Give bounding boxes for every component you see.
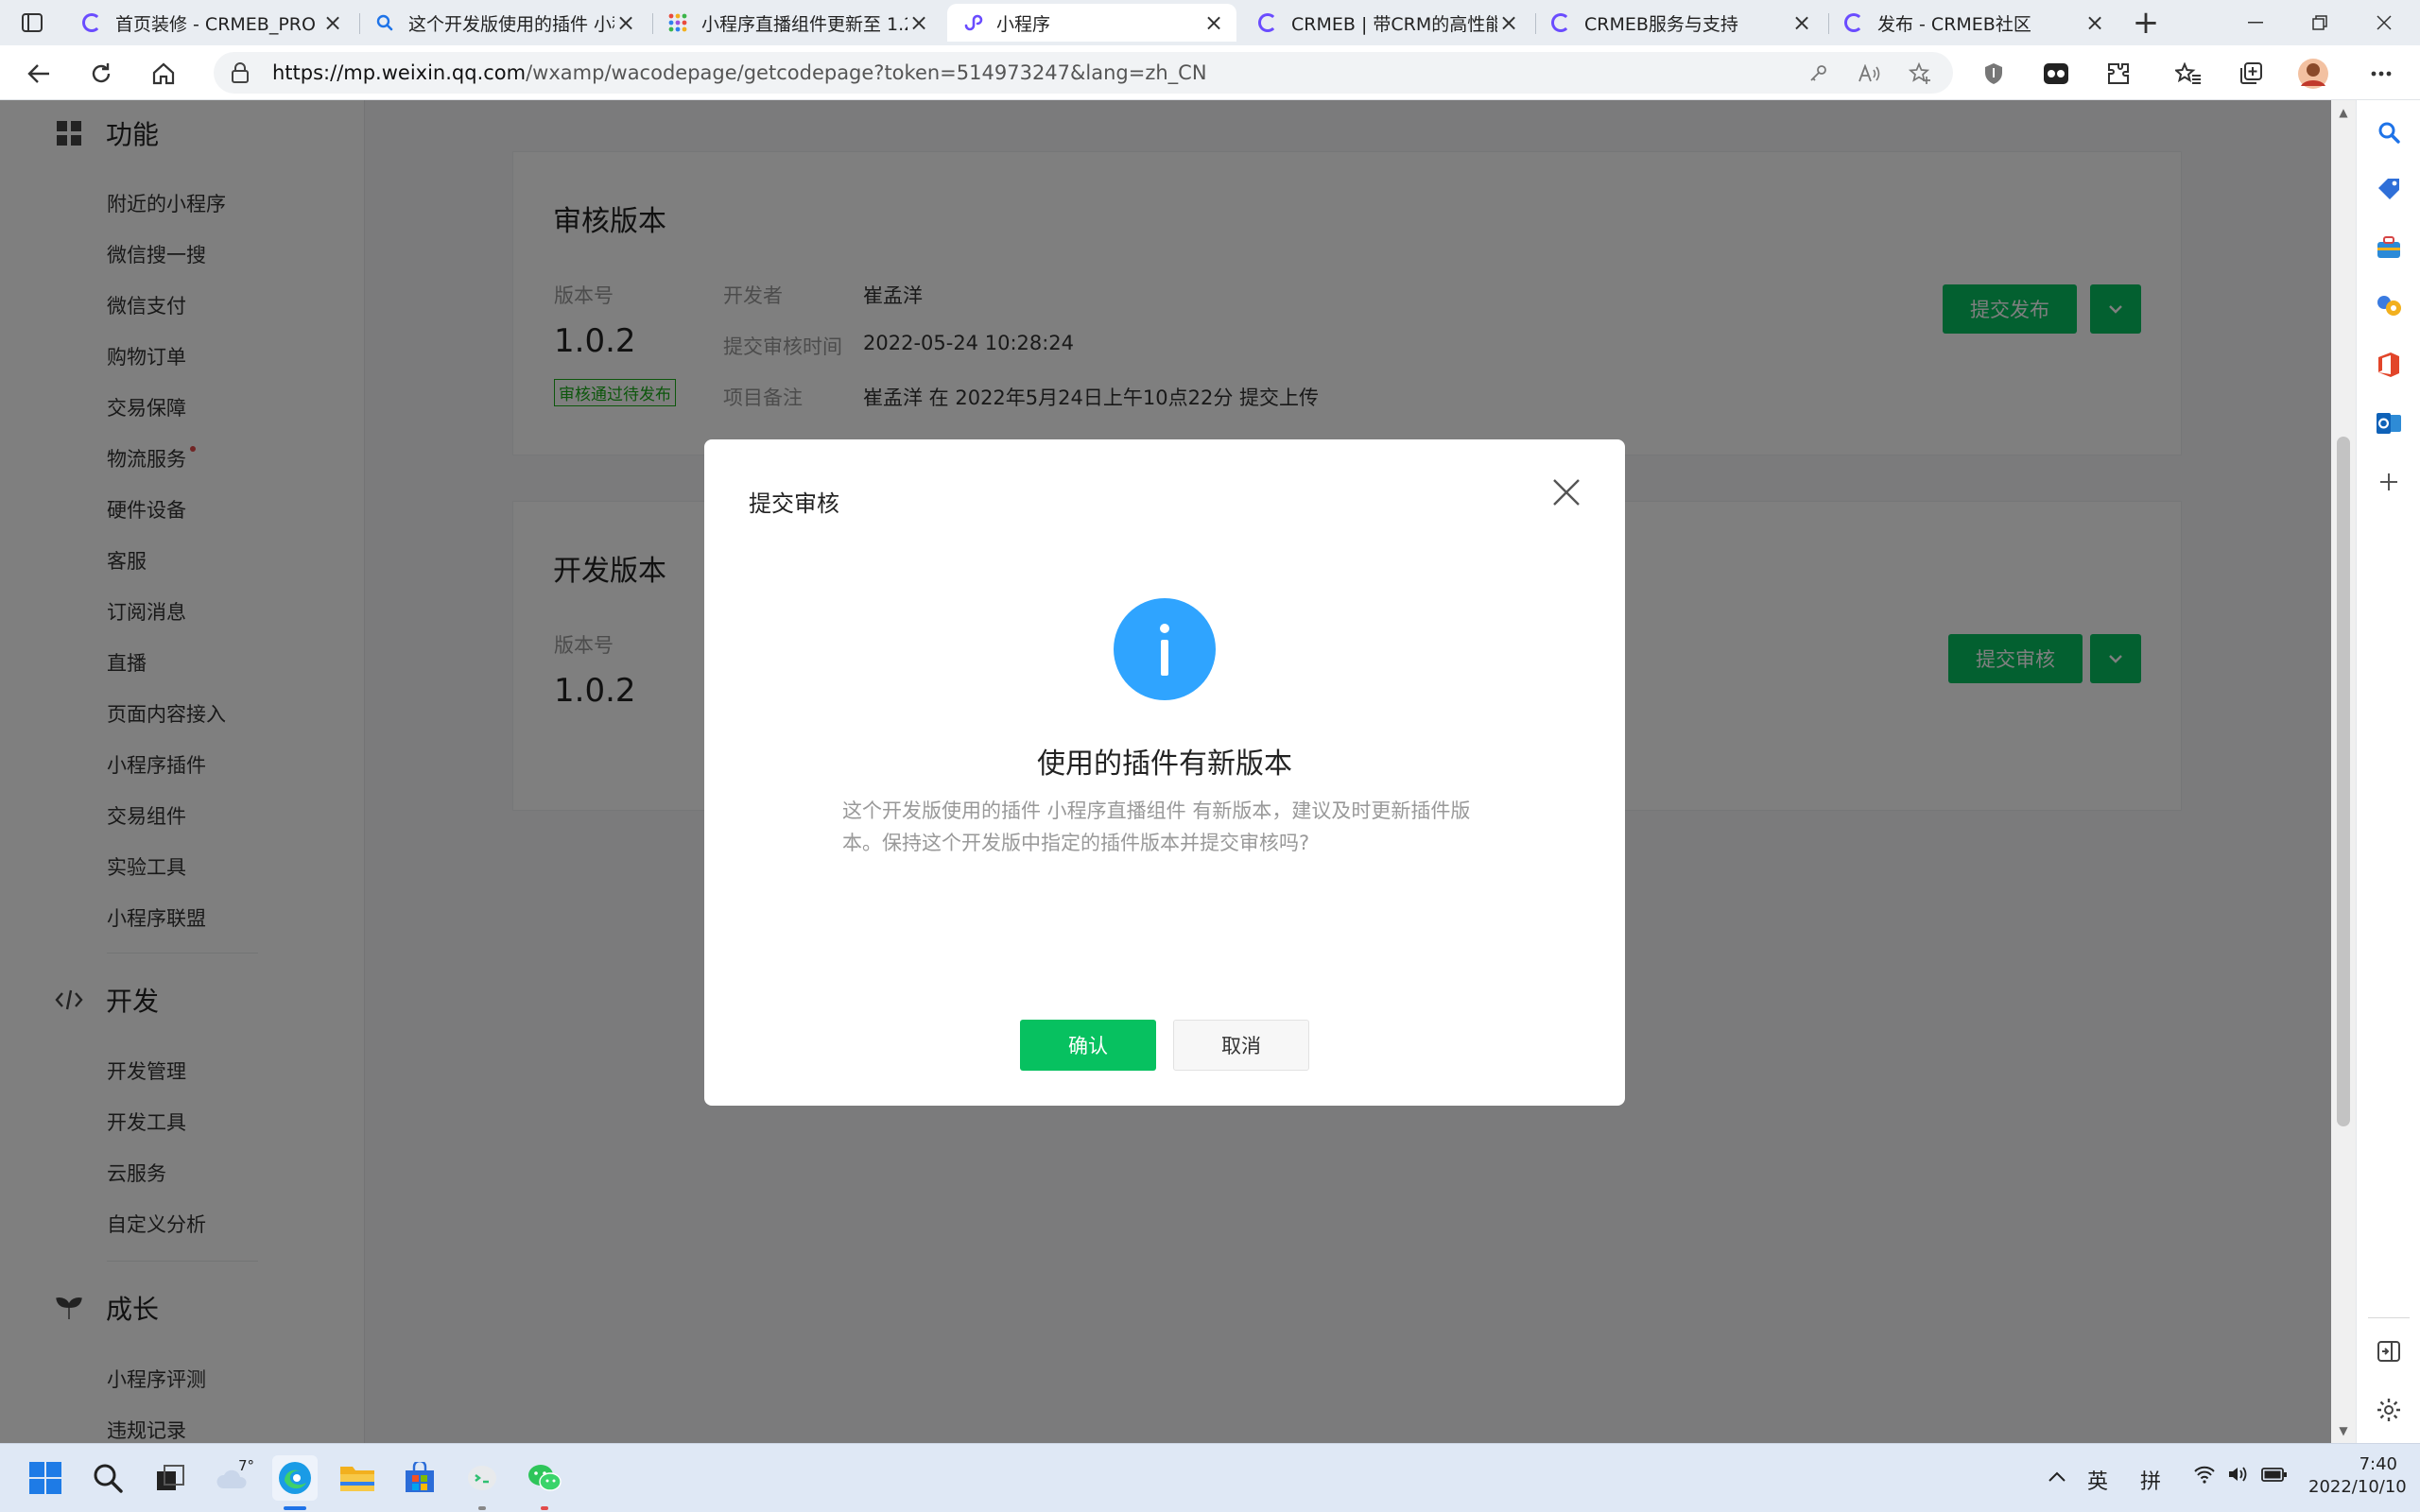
browser-toolbar: https://mp.weixin.qq.com/wxamp/wacodepag… bbox=[0, 45, 2420, 100]
mini-program-icon bbox=[962, 12, 983, 33]
window-close-button[interactable] bbox=[2352, 0, 2416, 45]
close-icon[interactable]: × bbox=[908, 9, 930, 36]
battery-icon[interactable] bbox=[2261, 1465, 2288, 1488]
ime-mode-indicator[interactable]: 拼 bbox=[2140, 1465, 2161, 1495]
dialog-title: 提交审核 bbox=[749, 490, 839, 517]
crmeb-logo-icon bbox=[1843, 12, 1864, 33]
scroll-up-icon[interactable]: ▲ bbox=[2337, 106, 2350, 119]
tab-live-component[interactable]: 小程序直播组件更新至 1.2 × bbox=[652, 4, 942, 42]
tab-crmeb-community[interactable]: 发布 - CRMEB社区 × bbox=[1828, 4, 2118, 42]
clock-time: 7:40 bbox=[2359, 1454, 2397, 1474]
browser-sidebar bbox=[2356, 100, 2420, 1443]
tab-crmeb-home[interactable]: CRMEB | 带CRM的高性能商城系统 × bbox=[1242, 4, 1531, 42]
colorful-dots-icon bbox=[667, 12, 688, 33]
microsoft-store-icon[interactable] bbox=[397, 1455, 442, 1501]
restore-button[interactable] bbox=[2288, 0, 2352, 45]
weather-temperature: 7° bbox=[238, 1457, 255, 1474]
tab-title: 小程序 bbox=[996, 13, 1051, 35]
wifi-icon[interactable] bbox=[2193, 1465, 2216, 1489]
read-aloud-icon[interactable] bbox=[1857, 61, 1881, 86]
address-bar[interactable]: https://mp.weixin.qq.com/wxamp/wacodepag… bbox=[214, 52, 1953, 94]
browser-tab-bar: 首页装修 - CRMEB_PRO × 这个开发版使用的插件 小程序直播组件 × … bbox=[0, 0, 2420, 45]
tab-mini-program[interactable]: 小程序 × bbox=[947, 4, 1236, 42]
clock-date: 2022/10/10 bbox=[2308, 1477, 2407, 1497]
tab-crmeb-support[interactable]: CRMEB服务与支持 × bbox=[1535, 4, 1824, 42]
games-icon[interactable] bbox=[2376, 293, 2402, 319]
page-scrollbar[interactable]: ▲ ▼ bbox=[2331, 100, 2356, 1443]
ime-language-indicator[interactable]: 英 bbox=[2087, 1465, 2108, 1495]
new-tab-button[interactable]: + bbox=[2129, 4, 2163, 42]
volume-icon[interactable] bbox=[2227, 1465, 2250, 1489]
info-icon bbox=[1114, 598, 1216, 700]
collections-icon[interactable] bbox=[2235, 58, 2267, 90]
tab-title: CRMEB服务与支持 bbox=[1584, 13, 1738, 35]
office-icon[interactable] bbox=[2376, 352, 2402, 378]
favorites-icon[interactable] bbox=[2172, 58, 2204, 90]
confirm-button[interactable]: 确认 bbox=[1020, 1020, 1156, 1071]
hide-sidebar-icon[interactable] bbox=[2376, 1338, 2402, 1365]
refresh-button[interactable] bbox=[83, 56, 119, 92]
scroll-thumb[interactable] bbox=[2337, 437, 2350, 1126]
extension-eyes-icon[interactable] bbox=[2040, 58, 2072, 90]
crmeb-logo-icon bbox=[1257, 12, 1278, 33]
wechat-icon[interactable] bbox=[522, 1455, 567, 1501]
taskbar-search-icon[interactable] bbox=[85, 1455, 130, 1501]
close-icon[interactable]: × bbox=[321, 9, 344, 36]
shopping-tag-icon[interactable] bbox=[2376, 176, 2402, 202]
weather-widget[interactable]: 7° bbox=[210, 1455, 255, 1501]
search-icon bbox=[374, 12, 395, 33]
show-hidden-icons-icon[interactable] bbox=[2048, 1465, 2066, 1488]
windows-taskbar: 7° 英 拼 7:40 2022/10/10 bbox=[0, 1443, 2420, 1512]
crmeb-logo-icon bbox=[81, 12, 102, 33]
tools-briefcase-icon[interactable] bbox=[2376, 234, 2402, 261]
outlook-icon[interactable] bbox=[2376, 410, 2402, 437]
close-icon[interactable] bbox=[1547, 473, 1585, 511]
dialog-message: 这个开发版使用的插件 小程序直播组件 有新版本，建议及时更新插件版本。保持这个开… bbox=[842, 799, 1471, 854]
tab-actions-icon[interactable] bbox=[17, 8, 47, 38]
windows-start-icon[interactable] bbox=[23, 1455, 68, 1501]
close-icon[interactable]: × bbox=[2083, 9, 2106, 36]
scroll-down-icon[interactable]: ▼ bbox=[2337, 1424, 2350, 1437]
tab-title: 小程序直播组件更新至 1.2 bbox=[701, 13, 908, 35]
back-button[interactable] bbox=[21, 56, 57, 92]
cancel-button[interactable]: 取消 bbox=[1173, 1020, 1309, 1071]
shield-icon[interactable] bbox=[1978, 58, 2010, 90]
add-favorite-icon[interactable] bbox=[1908, 61, 1932, 86]
crmeb-logo-icon bbox=[1550, 12, 1571, 33]
profile-avatar[interactable] bbox=[2297, 58, 2329, 90]
close-icon[interactable]: × bbox=[1790, 9, 1813, 36]
file-explorer-icon[interactable] bbox=[335, 1455, 380, 1501]
close-icon[interactable]: × bbox=[1202, 9, 1225, 36]
tab-title: 这个开发版使用的插件 小程序直播组件 bbox=[408, 13, 614, 35]
tab-crmeb-pro[interactable]: 首页装修 - CRMEB_PRO × bbox=[66, 4, 355, 42]
url-text[interactable]: https://mp.weixin.qq.com/wxamp/wacodepag… bbox=[272, 61, 1207, 84]
edge-browser-icon[interactable] bbox=[272, 1455, 318, 1501]
key-icon[interactable] bbox=[1806, 61, 1830, 86]
tab-search[interactable]: 这个开发版使用的插件 小程序直播组件 × bbox=[359, 4, 648, 42]
lock-icon[interactable] bbox=[231, 62, 250, 87]
add-sidebar-app-icon[interactable] bbox=[2376, 469, 2402, 495]
submit-review-dialog: 提交审核 使用的插件有新版本 这个开发版使用的插件 小程序直播组件 有新版本，建… bbox=[704, 439, 1625, 1106]
minimize-button[interactable] bbox=[2223, 0, 2288, 45]
wechat-devtools-icon[interactable] bbox=[459, 1455, 505, 1501]
more-menu-icon[interactable] bbox=[2365, 58, 2397, 90]
search-icon[interactable] bbox=[2376, 119, 2402, 146]
home-button[interactable] bbox=[146, 56, 182, 92]
system-clock[interactable]: 7:40 2022/10/10 bbox=[2308, 1453, 2407, 1499]
extensions-icon[interactable] bbox=[2102, 58, 2135, 90]
tab-title: 发布 - CRMEB社区 bbox=[1877, 13, 2031, 35]
close-icon[interactable]: × bbox=[614, 9, 637, 36]
tab-title: CRMEB | 带CRM的高性能商城系统 bbox=[1291, 13, 1497, 35]
close-icon[interactable]: × bbox=[1497, 9, 1520, 36]
dialog-heading: 使用的插件有新版本 bbox=[1037, 747, 1292, 781]
settings-gear-icon[interactable] bbox=[2376, 1397, 2402, 1423]
task-view-icon[interactable] bbox=[147, 1455, 193, 1501]
tab-title: 首页装修 - CRMEB_PRO bbox=[115, 13, 316, 35]
